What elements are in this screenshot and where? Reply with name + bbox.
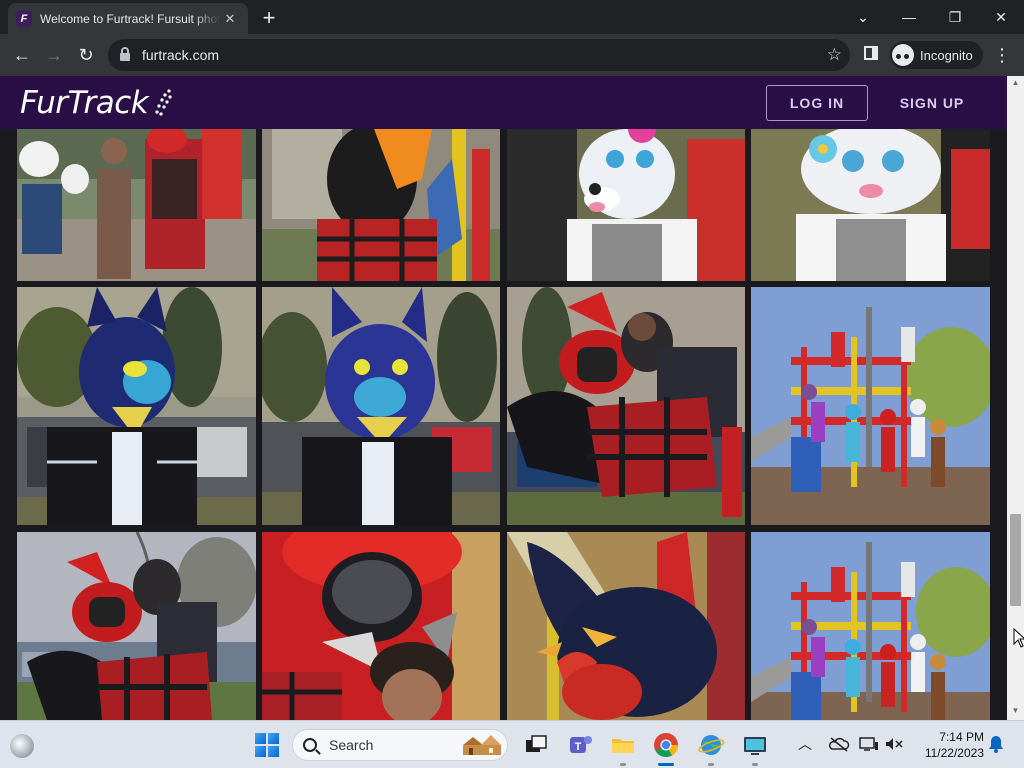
taskbar-search-box[interactable]: Search xyxy=(292,729,508,761)
scroll-up-arrow-icon[interactable]: ▲ xyxy=(1010,78,1021,88)
running-indicator xyxy=(708,763,714,766)
site-header: FurTrack LOG IN SIGN UP xyxy=(0,76,1007,129)
show-hidden-icons-chevron-icon[interactable]: ︿ xyxy=(796,733,814,755)
running-indicator xyxy=(620,763,626,766)
windows-start-icon[interactable] xyxy=(255,733,279,757)
incognito-profile-button[interactable]: Incognito xyxy=(890,41,983,69)
lock-icon[interactable] xyxy=(120,47,130,61)
display-network-icon[interactable] xyxy=(858,733,880,755)
taskbar-search-placeholder: Search xyxy=(329,737,374,753)
search-icon xyxy=(303,738,317,752)
signup-button[interactable]: SIGN UP xyxy=(888,85,976,121)
svg-text:T: T xyxy=(575,741,582,753)
logo-paw-dots-icon xyxy=(155,89,172,116)
minimize-button[interactable]: — xyxy=(886,0,932,34)
tab-search-button[interactable]: ⌄ xyxy=(840,0,886,34)
address-bar[interactable]: furtrack.com ☆ xyxy=(108,39,850,71)
page-viewport: FurTrack LOG IN SIGN UP ▲ ▼ xyxy=(0,76,1024,720)
bookmark-star-icon[interactable]: ☆ xyxy=(827,45,842,65)
restore-button[interactable]: ❐ xyxy=(932,0,978,34)
gallery-photo[interactable] xyxy=(262,129,500,281)
gallery-photo[interactable] xyxy=(262,532,500,720)
furtrack-logo[interactable]: FurTrack xyxy=(20,85,149,121)
furtrack-favicon-icon: F xyxy=(16,10,32,27)
tab-close-icon[interactable]: ✕ xyxy=(220,9,240,29)
clock-date: 11/22/2023 xyxy=(924,746,984,760)
incognito-label: Incognito xyxy=(920,47,973,63)
forward-arrow-icon[interactable]: → xyxy=(40,41,68,69)
clock-time: 7:14 PM xyxy=(939,730,984,744)
browser-tab-bar: F Welcome to Furtrack! Fursuit photos ✕ … xyxy=(0,0,1024,34)
running-indicator xyxy=(752,763,758,766)
side-panel-icon[interactable] xyxy=(864,46,878,60)
gallery-photo[interactable] xyxy=(262,287,500,525)
gallery-photo[interactable] xyxy=(507,287,745,525)
active-indicator xyxy=(658,763,674,766)
gallery-photo[interactable] xyxy=(751,287,990,525)
photo-gallery-grid xyxy=(17,129,990,720)
scroll-down-arrow-icon[interactable]: ▼ xyxy=(1010,706,1021,716)
reload-icon[interactable]: ↻ xyxy=(72,41,100,69)
mouse-cursor-icon xyxy=(1013,628,1024,648)
gallery-photo[interactable] xyxy=(17,287,256,525)
scrollbar-thumb[interactable] xyxy=(1010,514,1021,606)
login-button[interactable]: LOG IN xyxy=(766,85,868,121)
file-explorer-icon[interactable] xyxy=(609,731,637,759)
windows-taskbar: Search T ︿ 7:14 PM 11/22/2023 xyxy=(0,720,1024,768)
gallery-photo[interactable] xyxy=(17,129,256,281)
kebab-menu-icon[interactable]: ⋮ xyxy=(993,44,1011,66)
incognito-icon xyxy=(892,44,914,66)
search-highlight-art-icon xyxy=(463,735,501,755)
task-view-icon[interactable] xyxy=(522,731,550,759)
weather-widget-icon[interactable] xyxy=(10,734,34,758)
network-globe-icon[interactable] xyxy=(697,731,725,759)
taskbar-clock[interactable]: 7:14 PM 11/22/2023 xyxy=(914,729,984,761)
onedrive-offline-icon[interactable] xyxy=(828,733,850,755)
chrome-icon[interactable] xyxy=(652,731,680,759)
page-scrollbar[interactable]: ▲ ▼ xyxy=(1007,76,1024,720)
gallery-photo[interactable] xyxy=(17,532,256,720)
volume-muted-icon[interactable] xyxy=(884,733,904,755)
tab-title: Welcome to Furtrack! Fursuit photos xyxy=(40,11,220,26)
browser-tab-active[interactable]: F Welcome to Furtrack! Fursuit photos ✕ xyxy=(8,3,248,34)
teams-icon[interactable]: T xyxy=(566,731,594,759)
remote-desktop-icon[interactable] xyxy=(741,731,769,759)
back-arrow-icon[interactable]: ← xyxy=(8,41,36,69)
gallery-photo[interactable] xyxy=(507,532,745,720)
close-window-button[interactable]: ✕ xyxy=(978,0,1024,34)
gallery-photo[interactable] xyxy=(507,129,745,281)
new-tab-button[interactable]: + xyxy=(256,5,282,31)
notification-bell-icon[interactable] xyxy=(988,735,1004,753)
gallery-photo[interactable] xyxy=(751,129,990,281)
gallery-photo[interactable] xyxy=(751,532,990,720)
url-text[interactable]: furtrack.com xyxy=(142,47,219,63)
